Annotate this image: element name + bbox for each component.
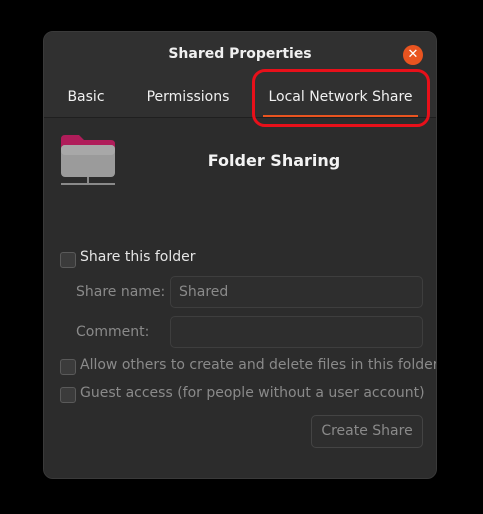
shared-folder-icon [61,135,115,185]
close-button[interactable]: ✕ [403,45,423,65]
allow-others-checkbox[interactable] [60,359,76,375]
tab-basic[interactable]: Basic [54,78,118,117]
close-icon: ✕ [407,47,419,62]
tab-permissions[interactable]: Permissions [138,78,238,117]
active-tab-indicator [263,115,418,117]
share-this-folder-checkbox[interactable] [60,252,76,268]
guest-access-label[interactable]: Guest access (for people without a user … [80,385,425,401]
shared-properties-dialog: Shared Properties ✕ Basic Permissions Lo… [43,31,437,479]
tab-local-network-share-label: Local Network Share [268,89,413,105]
share-name-input[interactable] [170,276,423,308]
tab-content: Folder Sharing Share this folder Share n… [44,118,436,478]
create-share-button[interactable]: Create Share [311,415,423,448]
folder-sharing-heading: Folder Sharing [207,151,341,170]
comment-input[interactable] [170,316,423,348]
guest-access-checkbox[interactable] [60,387,76,403]
share-this-folder-label[interactable]: Share this folder [80,249,196,265]
titlebar: Shared Properties ✕ [44,32,436,78]
comment-label: Comment: [76,324,150,340]
tab-bar: Basic Permissions Local Network Share [44,78,436,118]
share-name-label: Share name: [76,284,166,300]
allow-others-label[interactable]: Allow others to create and delete files … [80,357,436,373]
window-title: Shared Properties [168,46,312,62]
tab-local-network-share[interactable]: Local Network Share [263,78,418,117]
